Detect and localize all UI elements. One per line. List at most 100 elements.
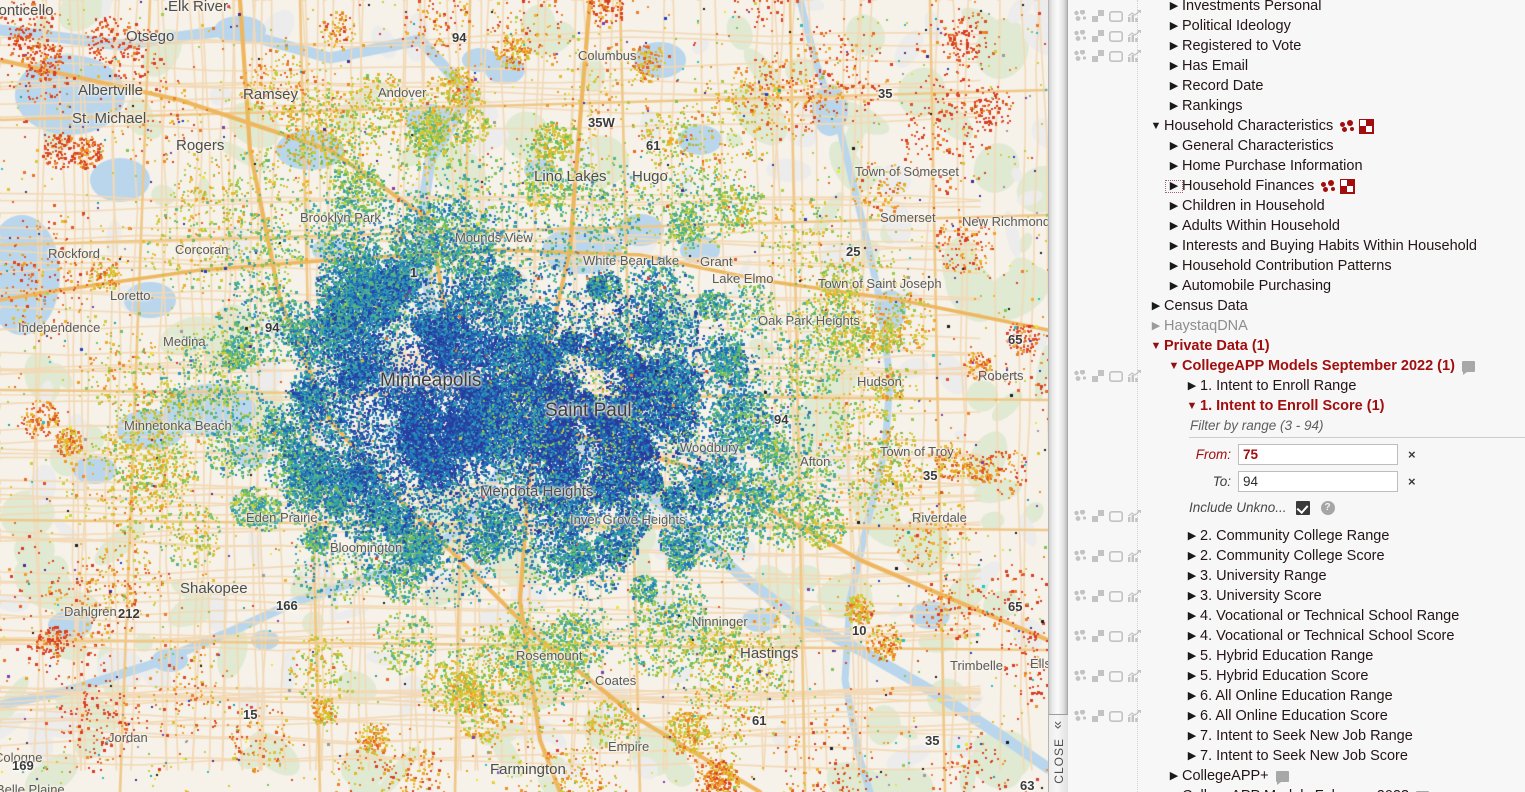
chevron-right-icon[interactable]: ▶	[1166, 140, 1182, 152]
filter-from-clear-button[interactable]: ×	[1408, 448, 1416, 461]
chevron-right-icon[interactable]: ▶	[1184, 710, 1200, 722]
dot-density-icon[interactable]	[1074, 589, 1087, 602]
tree-node[interactable]: ▶ Interests and Buying Habits Within Hous…	[1166, 236, 1477, 256]
tree-node[interactable]: ▶ Household Contribution Patterns	[1166, 256, 1392, 276]
checkerboard-icon[interactable]	[1092, 590, 1104, 602]
chevron-right-icon[interactable]: ▶	[1166, 160, 1182, 172]
chevron-down-icon[interactable]: ▼	[1148, 120, 1164, 132]
rounded-rect-icon[interactable]	[1109, 370, 1123, 382]
checkerboard-icon[interactable]	[1092, 710, 1104, 722]
dot-density-icon[interactable]	[1321, 180, 1336, 192]
tree-node[interactable]: ▶ 5. Hybrid Education Score	[1184, 666, 1369, 686]
chevron-right-icon[interactable]: ▶	[1184, 380, 1200, 392]
layer-icon-row[interactable]	[1074, 508, 1142, 524]
dot-density-icon[interactable]	[1074, 629, 1087, 642]
chevron-right-icon[interactable]: ▶	[1184, 750, 1200, 762]
checkerboard-icon[interactable]	[1092, 50, 1104, 62]
chevron-right-icon[interactable]: ▶	[1166, 280, 1182, 292]
checkerboard-icon[interactable]	[1092, 630, 1104, 642]
rounded-rect-icon[interactable]	[1109, 710, 1123, 722]
chevron-right-icon[interactable]: ▶	[1165, 179, 1183, 193]
layer-icon-row[interactable]	[1074, 548, 1142, 564]
tree-node[interactable]: ▶ Children in Household	[1166, 196, 1325, 216]
tree-node[interactable]: ▶ Home Purchase Information	[1166, 156, 1363, 176]
checkerboard-icon[interactable]	[1359, 118, 1375, 134]
tree-node[interactable]: ▶ Political Ideology	[1166, 16, 1291, 36]
tree-node[interactable]: ▶ 7. Intent to Seek New Job Score	[1184, 746, 1408, 766]
dot-density-icon[interactable]	[1074, 549, 1087, 562]
filter-from-input[interactable]	[1238, 444, 1398, 465]
layer-icon-row[interactable]	[1074, 588, 1142, 604]
tree-node[interactable]: ▶ HaystaqDNA	[1148, 316, 1248, 336]
chevron-right-icon[interactable]: ▶	[1166, 0, 1182, 12]
chevron-right-icon[interactable]: ▶	[1184, 670, 1200, 682]
chevron-down-icon[interactable]: ▼	[1166, 360, 1182, 372]
data-category-tree[interactable]: ▶ Investments Personal ▶ Political Ideology…	[1138, 0, 1525, 792]
tree-node[interactable]: ▶ 3. University Range	[1184, 566, 1327, 586]
chevron-right-icon[interactable]: ▶	[1184, 690, 1200, 702]
layer-icon-row[interactable]	[1074, 368, 1142, 384]
chevron-right-icon[interactable]: ▶	[1184, 530, 1200, 542]
chevron-right-icon[interactable]: ▶	[1184, 730, 1200, 742]
tree-node[interactable]: ▶ Census Data	[1148, 296, 1248, 316]
layer-icon-row[interactable]	[1074, 708, 1142, 724]
chevron-right-icon[interactable]: ▶	[1184, 570, 1200, 582]
tree-node[interactable]: ▶ CollegeAPP+	[1166, 766, 1289, 786]
chevron-right-icon[interactable]: ▶	[1166, 80, 1182, 92]
checkerboard-icon[interactable]	[1092, 510, 1104, 522]
dot-density-icon[interactable]	[1074, 709, 1087, 722]
tree-node[interactable]: ▶ Adults Within Household	[1166, 216, 1340, 236]
include-unknown-checkbox[interactable]	[1295, 500, 1310, 515]
chevron-right-icon[interactable]: ▶	[1166, 200, 1182, 212]
chevron-right-icon[interactable]: ▶	[1184, 630, 1200, 642]
chevron-down-icon[interactable]: ▼	[1148, 340, 1164, 352]
rounded-rect-icon[interactable]	[1109, 50, 1123, 62]
tree-node[interactable]: ▶ Rankings	[1166, 96, 1243, 116]
close-panel-button[interactable]: » CLOSE	[1049, 714, 1069, 792]
dot-density-icon[interactable]	[1074, 49, 1087, 62]
chevron-right-icon[interactable]: ▶	[1166, 20, 1182, 32]
rounded-rect-icon[interactable]	[1109, 670, 1123, 682]
tree-node[interactable]: ▶CollegeAPP Models February 2023	[1166, 786, 1430, 792]
chevron-right-icon[interactable]: ▶	[1148, 300, 1164, 312]
tree-node[interactable]: ▶ 6. All Online Education Score	[1184, 706, 1388, 726]
layer-icon-row[interactable]	[1074, 48, 1142, 64]
checkerboard-icon[interactable]	[1092, 10, 1104, 22]
checkerboard-icon[interactable]	[1340, 178, 1356, 194]
tree-node[interactable]: ▶ 7. Intent to Seek New Job Range	[1184, 726, 1413, 746]
tree-node[interactable]: ▶ 4. Vocational or Technical School Range	[1184, 606, 1460, 626]
rounded-rect-icon[interactable]	[1109, 550, 1123, 562]
layer-icon-row[interactable]	[1074, 668, 1142, 684]
tree-node[interactable]: ▶ Automobile Purchasing	[1166, 276, 1331, 296]
rounded-rect-icon[interactable]	[1109, 630, 1123, 642]
tree-node[interactable]: ▶ Record Date	[1166, 76, 1264, 96]
help-icon[interactable]: ?	[1320, 500, 1335, 515]
tree-node[interactable]: ▶ 6. All Online Education Range	[1184, 686, 1393, 706]
tree-node[interactable]: ▶ Household Finances	[1165, 176, 1356, 196]
rounded-rect-icon[interactable]	[1109, 590, 1123, 602]
add-icon[interactable]	[1277, 340, 1290, 353]
rounded-rect-icon[interactable]	[1109, 510, 1123, 522]
tree-node[interactable]: ▶ Registered to Vote	[1166, 36, 1302, 56]
comment-icon[interactable]	[1461, 360, 1475, 375]
tree-node[interactable]: ▶ 2. Community College Score	[1184, 546, 1385, 566]
chevron-right-icon[interactable]: ▶	[1184, 590, 1200, 602]
dot-density-icon[interactable]	[1074, 669, 1087, 682]
chevron-right-icon[interactable]: ▶	[1166, 220, 1182, 232]
checkerboard-icon[interactable]	[1092, 370, 1104, 382]
tree-node[interactable]: ▶ 5. Hybrid Education Range	[1184, 646, 1374, 666]
tree-node[interactable]: ▶ 4. Vocational or Technical School Score	[1184, 626, 1455, 646]
dot-density-icon[interactable]	[1340, 120, 1355, 132]
chevron-right-icon[interactable]: ▶	[1166, 60, 1182, 72]
filter-to-input[interactable]	[1238, 471, 1398, 492]
tree-node[interactable]: ▶ Has Email	[1166, 56, 1248, 76]
tree-node[interactable]: ▶ 3. University Score	[1184, 586, 1322, 606]
chevron-right-icon[interactable]: ▶	[1166, 100, 1182, 112]
chevron-right-icon[interactable]: ▶	[1184, 650, 1200, 662]
checkerboard-icon[interactable]	[1092, 670, 1104, 682]
tree-node[interactable]: ▼ 1. Intent to Enroll Score (1)	[1184, 396, 1385, 416]
checkerboard-icon[interactable]	[1092, 30, 1104, 42]
chevron-right-icon[interactable]: ▶	[1166, 240, 1182, 252]
chevron-right-icon[interactable]: ▶	[1184, 610, 1200, 622]
layer-icon-row[interactable]	[1074, 28, 1142, 44]
